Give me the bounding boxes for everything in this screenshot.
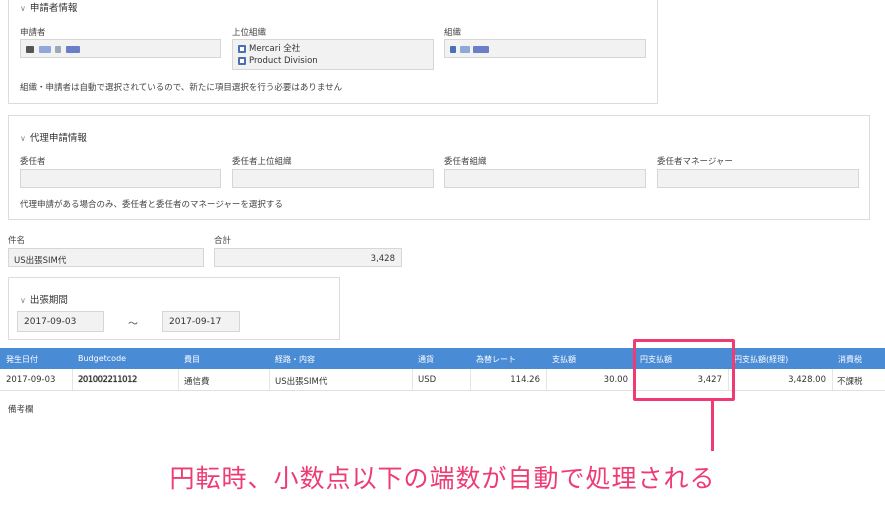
table-row[interactable]: 2017-09-03 201002211012 通信費 US出張SIM代 USD… <box>0 369 885 391</box>
applicant-label: 申請者 <box>20 28 46 38</box>
delegator-manager-field[interactable] <box>657 169 859 188</box>
org-field[interactable] <box>444 39 646 58</box>
organization-icon <box>238 44 246 53</box>
parent-org-item: Product Division <box>238 55 428 67</box>
total-field: 3,428 <box>214 248 402 267</box>
org-label: 組織 <box>444 28 462 38</box>
delegator-parent-org-field[interactable] <box>232 169 434 188</box>
cell-amount: 30.00 <box>603 375 628 385</box>
cell-tax: 不課税 <box>837 377 863 387</box>
parent-org-item: Mercari 全社 <box>238 43 428 55</box>
chevron-down-icon: ∨ <box>20 296 26 305</box>
trip-period-separator: 〜 <box>128 319 138 330</box>
cell-rate: 114.26 <box>510 375 540 385</box>
col-header-route[interactable]: 経路・内容 <box>275 354 315 365</box>
proxy-note: 代理申請がある場合のみ、委任者と委任者のマネージャーを選択する <box>20 200 283 210</box>
col-header-currency[interactable]: 通貨 <box>418 354 434 365</box>
organization-icon <box>238 56 246 65</box>
col-header-amount[interactable]: 支払額 <box>552 354 576 365</box>
col-header-tax[interactable]: 消費税 <box>838 354 862 365</box>
cell-budgetcode: 201002211012 <box>78 375 137 385</box>
delegator-field[interactable] <box>20 169 221 188</box>
proxy-info-header[interactable]: ∨ 代理申請情報 <box>20 130 87 144</box>
col-header-date[interactable]: 発生日付 <box>6 354 38 365</box>
cell-route: US出張SIM代 <box>275 377 328 387</box>
col-header-rate[interactable]: 為替レート <box>476 354 516 365</box>
expense-table-header: 発生日付 Budgetcode 費目 経路・内容 通貨 為替レート 支払額 円支… <box>0 348 885 369</box>
applicant-field[interactable] <box>20 39 221 58</box>
applicant-note: 組織・申請者は自動で選択されているので、新たに項目選択を行う必要はありません <box>20 83 343 93</box>
trip-period-header[interactable]: ∨ 出張期間 <box>20 292 68 306</box>
cell-currency: USD <box>418 375 437 385</box>
subject-label: 件名 <box>8 236 26 246</box>
remarks-label: 備考欄 <box>8 405 34 415</box>
delegator-label: 委任者 <box>20 157 46 167</box>
delegator-org-field[interactable] <box>444 169 646 188</box>
cell-category: 通信費 <box>184 377 210 387</box>
chevron-down-icon: ∨ <box>20 134 26 143</box>
subject-field[interactable]: US出張SIM代 <box>8 248 204 267</box>
col-header-yen-accounting[interactable]: 円支払額(経理) <box>734 354 788 365</box>
annotation-caption: 円転時、小数点以下の端数が自動で処理される <box>169 464 716 493</box>
delegator-org-label: 委任者組織 <box>444 157 487 167</box>
parent-org-label: 上位組織 <box>232 28 267 38</box>
cell-yen-accounting: 3,428.00 <box>788 375 826 385</box>
parent-org-field[interactable]: Mercari 全社 Product Division <box>232 39 434 70</box>
yen-amount-highlight-box <box>633 339 735 401</box>
delegator-manager-label: 委任者マネージャー <box>657 157 733 167</box>
total-label: 合計 <box>214 236 232 246</box>
annotation-pointer-line <box>711 401 714 451</box>
col-header-category[interactable]: 費目 <box>184 354 200 365</box>
chevron-down-icon: ∨ <box>20 4 26 13</box>
redacted-org-name <box>450 46 456 53</box>
delegator-parent-org-label: 委任者上位組織 <box>232 157 292 167</box>
applicant-info-header[interactable]: ∨ 申請者情報 <box>20 0 77 14</box>
trip-start-date[interactable]: 2017-09-03 <box>17 311 104 332</box>
trip-end-date[interactable]: 2017-09-17 <box>162 311 240 332</box>
col-header-budgetcode[interactable]: Budgetcode <box>78 354 126 363</box>
redacted-applicant-name <box>26 46 34 53</box>
cell-date: 2017-09-03 <box>6 375 56 385</box>
